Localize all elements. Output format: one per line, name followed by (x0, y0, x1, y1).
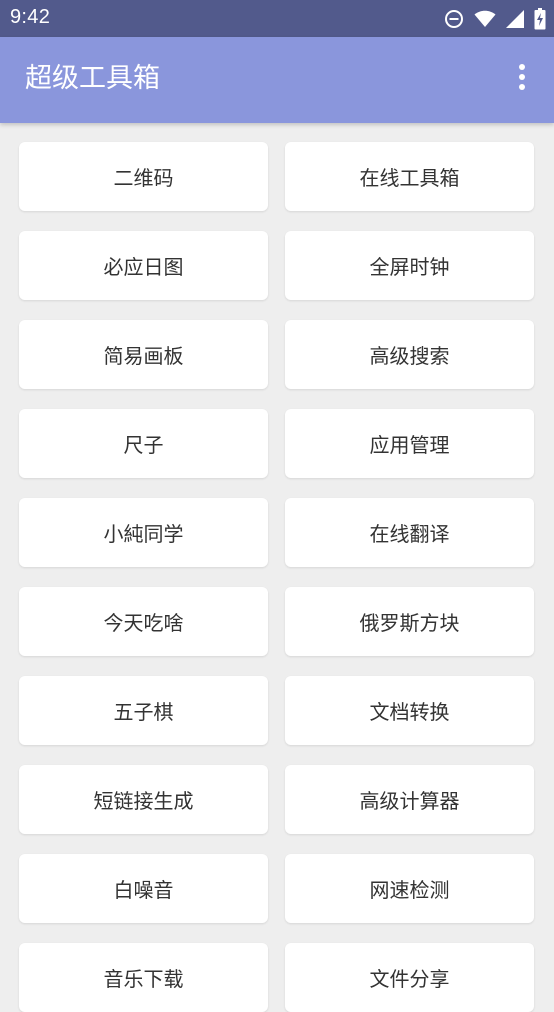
tool-button[interactable]: 五子棋 (19, 676, 268, 745)
tool-label: 小純同学 (103, 522, 184, 546)
tool-label: 必应日图 (103, 255, 184, 279)
tool-label: 在线工具箱 (359, 166, 460, 190)
tool-button[interactable]: 文档转换 (285, 676, 534, 745)
tool-button[interactable]: 必应日图 (19, 231, 268, 300)
tool-button[interactable]: 二维码 (19, 142, 268, 211)
tool-button[interactable]: 尺子 (19, 409, 268, 478)
tool-label: 尺子 (123, 433, 164, 457)
tool-label: 在线翻译 (369, 522, 450, 546)
tool-button[interactable]: 短链接生成 (19, 765, 268, 834)
tool-button[interactable]: 小純同学 (19, 498, 268, 567)
battery-charging-icon (534, 8, 546, 30)
tool-label: 高级计算器 (359, 789, 460, 813)
tool-label: 短链接生成 (93, 789, 194, 813)
tool-label: 文档转换 (369, 700, 450, 724)
tool-button[interactable]: 在线翻译 (285, 498, 534, 567)
tool-button[interactable]: 网速检测 (285, 854, 534, 923)
cellular-signal-icon (506, 10, 524, 28)
tool-button[interactable]: 应用管理 (285, 409, 534, 478)
tool-button[interactable]: 今天吃啥 (19, 587, 268, 656)
status-bar: 9:42 (0, 0, 554, 37)
tool-label: 网速检测 (369, 878, 450, 902)
tool-button[interactable]: 白噪音 (19, 854, 268, 923)
app-bar: 超级工具箱 (0, 37, 554, 123)
tool-label: 简易画板 (103, 344, 184, 368)
tool-label: 五子棋 (113, 700, 174, 724)
tool-label: 俄罗斯方块 (359, 611, 460, 635)
tool-label: 白噪音 (113, 878, 174, 902)
tool-button[interactable]: 高级计算器 (285, 765, 534, 834)
tool-button[interactable]: 简易画板 (19, 320, 268, 389)
status-icons (444, 8, 546, 30)
tool-button[interactable]: 音乐下载 (19, 943, 268, 1012)
tool-button[interactable]: 文件分享 (285, 943, 534, 1012)
tool-label: 文件分享 (369, 967, 450, 991)
tool-label: 音乐下载 (103, 967, 184, 991)
tool-label: 高级搜索 (369, 344, 450, 368)
tool-label: 应用管理 (369, 433, 450, 457)
more-vertical-icon (518, 63, 526, 95)
do-not-disturb-icon (444, 9, 464, 29)
tool-label: 全屏时钟 (369, 255, 450, 279)
status-time: 9:42 (10, 6, 51, 28)
tool-label: 二维码 (113, 166, 174, 190)
tool-button[interactable]: 俄罗斯方块 (285, 587, 534, 656)
tool-grid: 二维码 在线工具箱必应日图 全屏时钟简易画板 高级搜索尺子 应用管理小純同学 在线翻译今天… (19, 142, 534, 1012)
tool-button[interactable]: 全屏时钟 (285, 231, 534, 300)
tool-label: 今天吃啥 (103, 611, 184, 635)
wifi-icon (474, 10, 496, 28)
overflow-menu-button[interactable] (510, 63, 534, 95)
app-title: 超级工具箱 (25, 63, 160, 94)
tool-button[interactable]: 在线工具箱 (285, 142, 534, 211)
tool-button[interactable]: 高级搜索 (285, 320, 534, 389)
